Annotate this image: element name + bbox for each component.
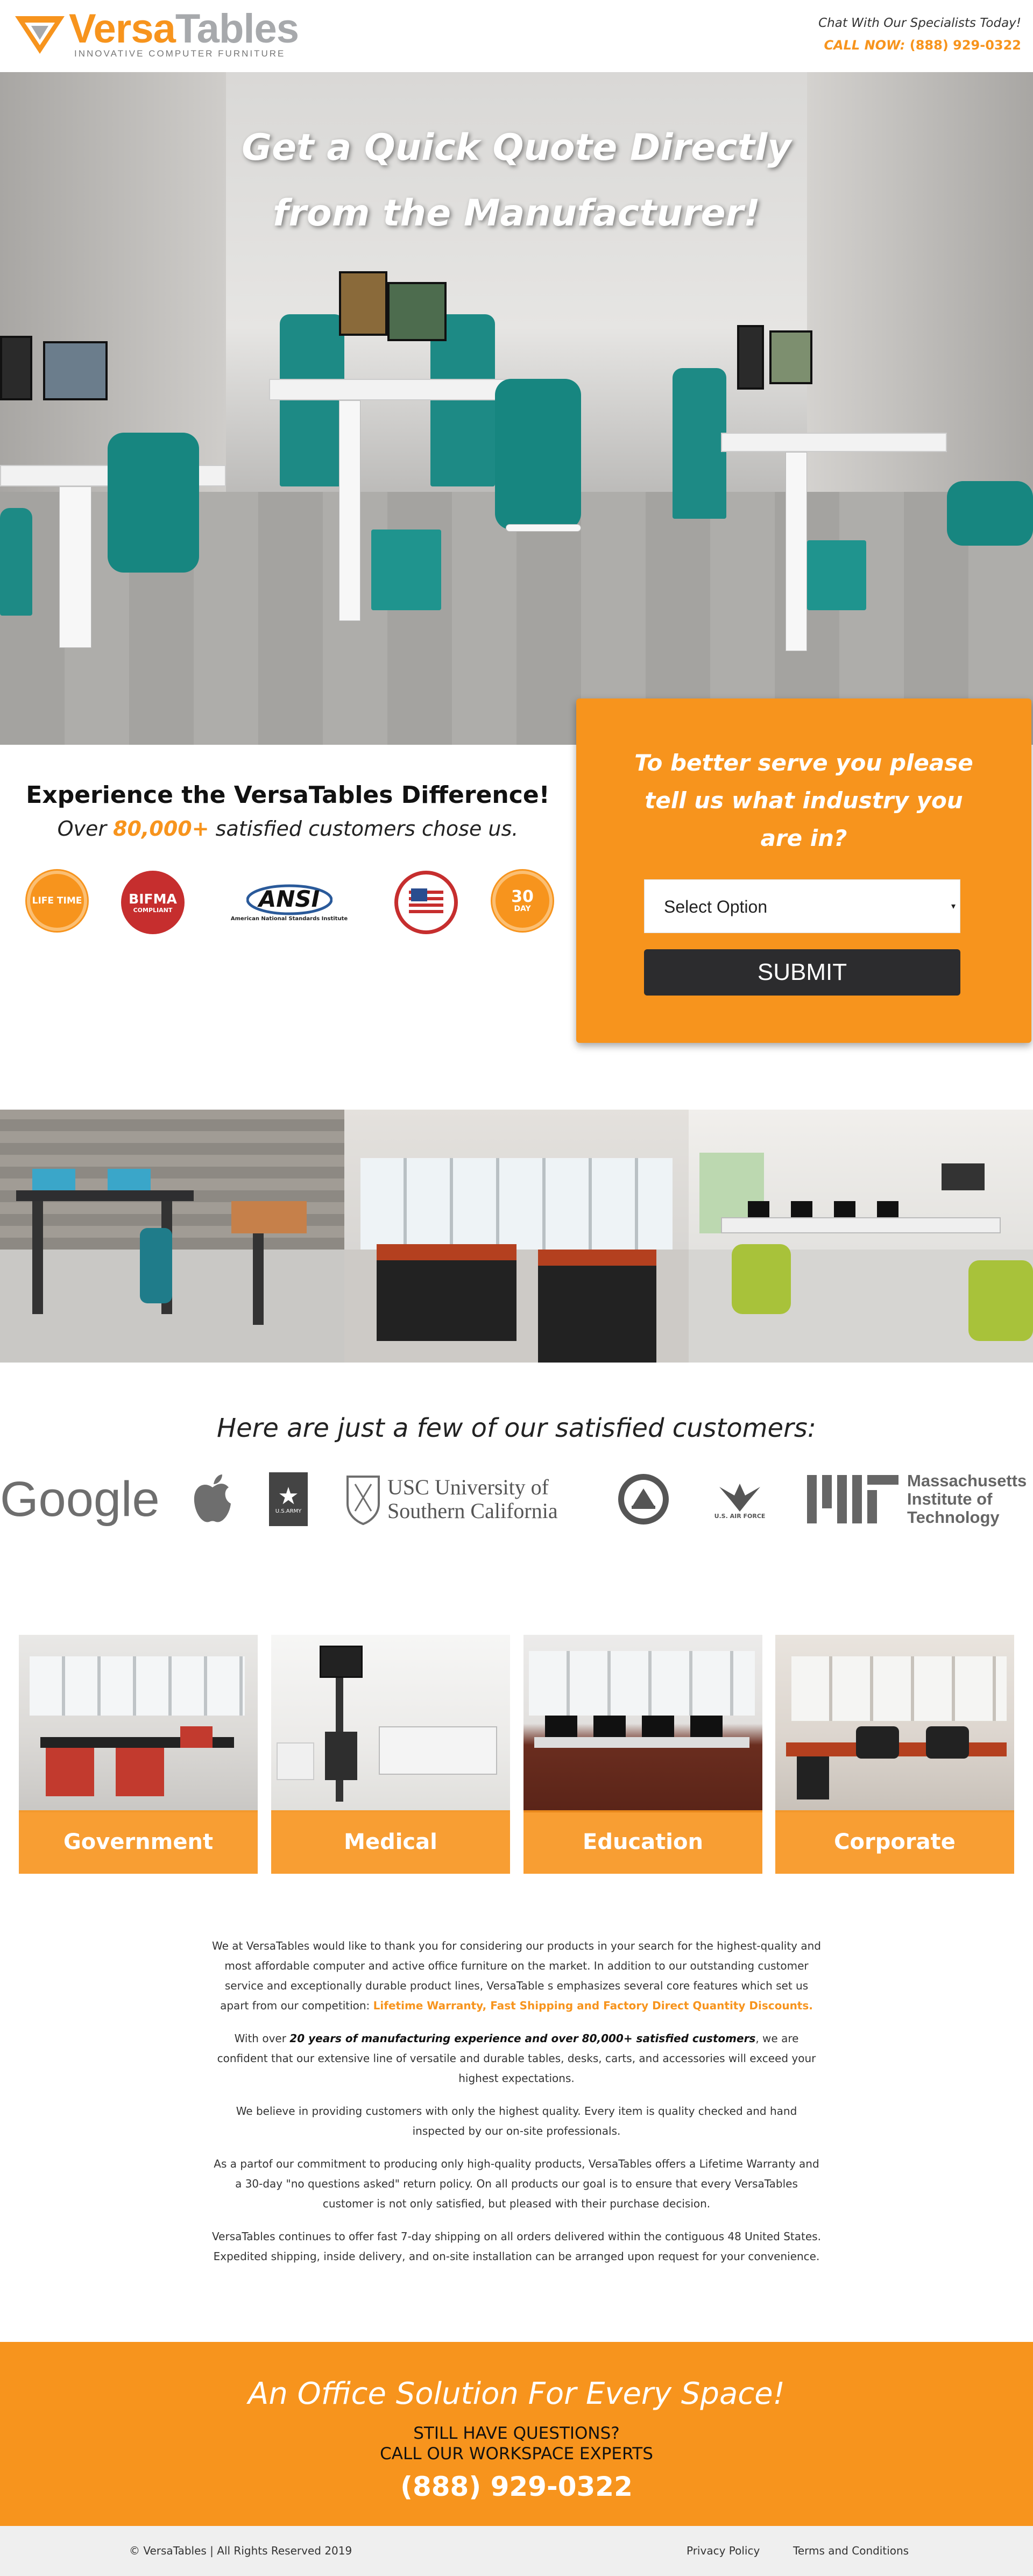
photo-classroom — [344, 1110, 689, 1363]
select-caret-icon: ▾ — [951, 902, 956, 911]
call-now-link[interactable]: CALL NOW: (888) 929-0322 — [818, 38, 1021, 53]
apple-logo — [188, 1462, 237, 1537]
industry-tile-corporate[interactable]: Corporate — [775, 1635, 1014, 1874]
hero-desk-right — [667, 325, 1033, 680]
hero-banner: Get a Quick Quote Directly from the Manuf… — [0, 72, 1033, 745]
google-logo: Google — [0, 1471, 160, 1527]
workspace-photos — [0, 1110, 1033, 1363]
mit-mark-icon — [807, 1475, 898, 1523]
usa-flag-icon — [407, 883, 445, 922]
chat-with-specialists-link[interactable]: Chat With Our Specialists Today! — [818, 16, 1021, 30]
army-star-icon: ★ — [278, 1482, 299, 1510]
navy-seal-icon — [618, 1474, 669, 1525]
usc-logo: USC University of Southern California — [344, 1462, 581, 1537]
site-header: VersaTables INNOVATIVE COMPUTER FURNITUR… — [0, 0, 1033, 72]
mit-logo: Massachusetts Institute of Technology — [807, 1462, 1033, 1537]
logo-mark-icon — [15, 16, 65, 54]
about-paragraph: As a partof our commitment to producing … — [214, 2157, 819, 2210]
site-footer: © VersaTables | All Rights Reserved 2019… — [0, 2526, 1033, 2576]
usc-seal-icon — [346, 1476, 380, 1525]
industry-label: Government — [19, 1810, 258, 1874]
logo-tagline: INNOVATIVE COMPUTER FURNITURE — [74, 48, 286, 59]
photo-training-room — [0, 1110, 344, 1363]
about-paragraph: With over 20 years of manufacturing expe… — [217, 2032, 816, 2085]
industry-select[interactable]: Select Option ▾ — [644, 879, 960, 933]
hero-desk-left — [0, 336, 226, 669]
copyright-text: © VersaTables | All Rights Reserved 2019 — [129, 2544, 352, 2557]
privacy-policy-link[interactable]: Privacy Policy — [687, 2544, 760, 2557]
contact-banner: An Office Solution For Every Space! STIL… — [0, 2342, 1033, 2526]
apple-icon — [194, 1474, 231, 1522]
customer-logos: Google ★ U.S.ARMY USC University of Sout… — [0, 1462, 1033, 1537]
about-paragraph: We at VersaTables would like to thank yo… — [212, 1939, 821, 2012]
lifetime-warranty-badge: LIFE TIME — [27, 871, 87, 931]
banner-question: STILL HAVE QUESTIONS? — [413, 2424, 620, 2443]
industry-tile-medical[interactable]: Medical — [271, 1635, 510, 1874]
air-force-wings-icon — [719, 1483, 760, 1512]
difference-subtitle: Over 80,000+ satisfied customers chose u… — [57, 817, 519, 841]
header-contact: Chat With Our Specialists Today! CALL NO… — [818, 16, 1021, 53]
hero-desk-center — [269, 271, 646, 680]
industry-label: Education — [523, 1810, 762, 1874]
about-paragraph: We believe in providing customers with o… — [236, 2105, 797, 2137]
ansi-badge: ANSI American National Standards Institu… — [215, 871, 363, 934]
quote-form: To better serve you please tell us what i… — [576, 698, 1031, 1043]
banner-headline: An Office Solution For Every Space! — [248, 2376, 785, 2411]
bifma-compliant-badge: BIFMA COMPLIANT — [121, 871, 185, 934]
quote-form-heading: To better serve you please tell us what i… — [634, 750, 973, 851]
customers-title: Here are just a few of our satisfied cus… — [217, 1413, 816, 1443]
us-army-logo: ★ U.S.ARMY — [269, 1462, 308, 1537]
industry-tile-education[interactable]: Education — [523, 1635, 762, 1874]
hero-headline: Get a Quick Quote Directly from the Manuf… — [242, 126, 791, 235]
industry-label: Corporate — [775, 1810, 1014, 1874]
logo-wordmark: VersaTables — [69, 6, 299, 52]
us-air-force-logo: U.S. AIR FORCE — [705, 1462, 775, 1537]
terms-link[interactable]: Terms and Conditions — [793, 2544, 909, 2557]
difference-title: Experience the VersaTables Difference! — [26, 781, 550, 809]
photo-computer-lab — [689, 1110, 1033, 1363]
banner-call-experts: CALL OUR WORKSPACE EXPERTS — [380, 2444, 653, 2464]
about-paragraph: VersaTables continues to offer fast 7-da… — [212, 2230, 821, 2263]
about-text: We at VersaTables would like to thank yo… — [210, 1936, 823, 2279]
industry-tiles: Government Medical Education Corporate — [19, 1635, 1014, 1874]
versatables-logo[interactable]: VersaTables INNOVATIVE COMPUTER FURNITUR… — [15, 9, 299, 63]
industry-tile-government[interactable]: Government — [19, 1635, 258, 1874]
made-in-usa-badge — [394, 871, 458, 934]
submit-button[interactable]: SUBMIT — [644, 949, 960, 996]
banner-phone-link[interactable]: (888) 929-0322 — [0, 2471, 1033, 2502]
industry-label: Medical — [271, 1810, 510, 1874]
certification-badges: LIFE TIME BIFMA COMPLIANT ANSI American … — [27, 871, 554, 941]
us-navy-logo — [617, 1462, 670, 1537]
30-day-return-badge: 30 DAY — [492, 871, 553, 931]
